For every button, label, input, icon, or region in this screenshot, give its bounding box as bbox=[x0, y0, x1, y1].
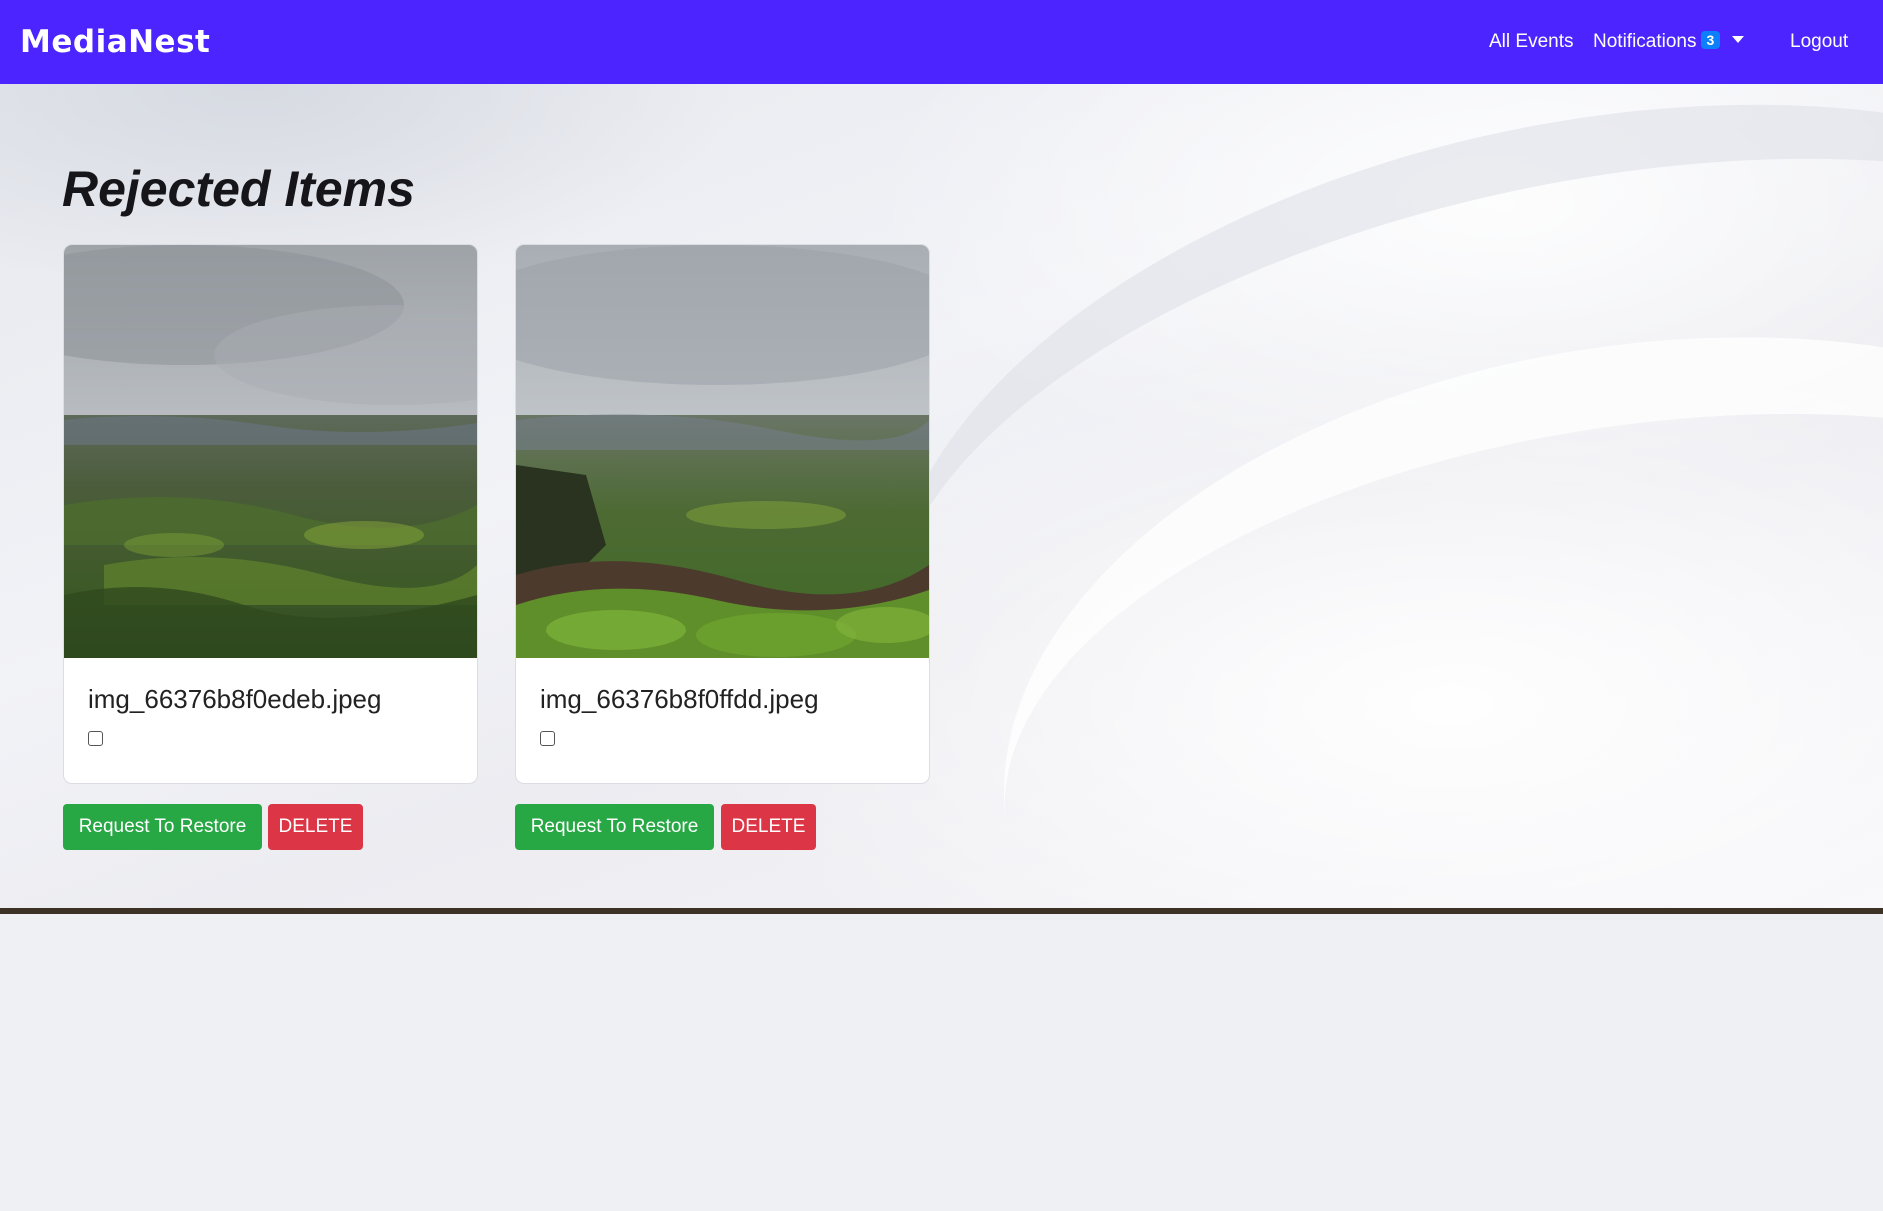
footer-strip bbox=[0, 908, 1883, 914]
nav-all-events[interactable]: All Events bbox=[1489, 31, 1573, 53]
notifications-label: Notifications bbox=[1593, 31, 1697, 52]
nav-logout[interactable]: Logout bbox=[1790, 31, 1848, 53]
select-checkbox[interactable] bbox=[88, 731, 103, 746]
media-card: img_66376b8f0ffdd.jpeg bbox=[515, 244, 930, 784]
media-card: img_66376b8f0edeb.jpeg bbox=[63, 244, 478, 784]
top-navbar: MediaNest All Events Notifications 3 Logo… bbox=[0, 0, 1883, 84]
media-thumbnail[interactable] bbox=[64, 245, 477, 658]
notification-count-badge: 3 bbox=[1700, 31, 1721, 49]
media-thumbnail[interactable] bbox=[516, 245, 929, 658]
nav-notifications-dropdown[interactable]: Notifications 3 bbox=[1593, 31, 1745, 53]
media-filename: img_66376b8f0ffdd.jpeg bbox=[540, 684, 819, 714]
request-restore-button[interactable]: Request To Restore bbox=[63, 804, 262, 850]
request-restore-button[interactable]: Request To Restore bbox=[515, 804, 714, 850]
media-filename: img_66376b8f0edeb.jpeg bbox=[88, 684, 382, 714]
page-title: Rejected Items bbox=[62, 161, 415, 217]
delete-button[interactable]: DELETE bbox=[721, 804, 816, 850]
caret-down-icon bbox=[1732, 36, 1745, 43]
brand-logo[interactable]: MediaNest bbox=[20, 24, 210, 60]
delete-button[interactable]: DELETE bbox=[268, 804, 363, 850]
select-checkbox[interactable] bbox=[540, 731, 555, 746]
